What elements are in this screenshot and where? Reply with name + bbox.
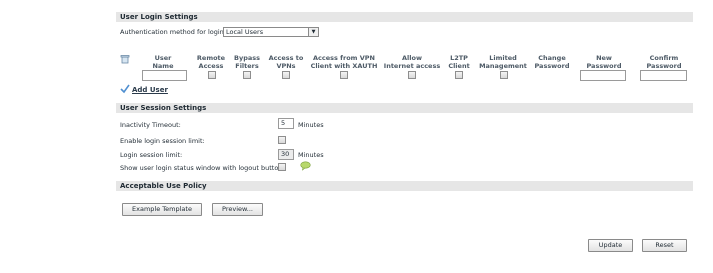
enable-session-limit-checkbox[interactable] [278, 136, 286, 144]
confirm-password-input[interactable] [640, 70, 687, 81]
section-header-aup: Acceptable Use Policy [116, 181, 693, 191]
session-limit-unit: Minutes [298, 151, 324, 159]
reset-button[interactable]: Reset [642, 239, 687, 252]
col-allow-internet: Allow Internet access [383, 54, 441, 70]
update-button[interactable]: Update [588, 239, 633, 252]
settings-panel: User Login Settings Authentication metho… [116, 0, 693, 273]
inactivity-timeout-unit: Minutes [298, 121, 324, 129]
preview-button[interactable]: Preview... [212, 203, 263, 216]
col-user-name: User Name [152, 54, 174, 70]
col-new-password: New Password [586, 54, 622, 70]
remote-access-checkbox[interactable] [208, 71, 216, 79]
col-remote-access: Remote Access [196, 54, 226, 70]
trash-icon[interactable] [120, 54, 130, 66]
section-header-login: User Login Settings [116, 12, 693, 22]
auth-method-select[interactable]: Local Users ▼ [223, 27, 319, 37]
col-access-from-vpn: Access from VPN Client with XAUTH [310, 54, 378, 70]
section-header-session: User Session Settings [116, 103, 693, 113]
col-limited-management: Limited Management [479, 54, 527, 70]
add-user-link[interactable]: Add User [132, 86, 168, 94]
l2tp-client-checkbox[interactable] [455, 71, 463, 79]
col-l2tp-client: L2TP Client [448, 54, 470, 70]
auth-method-label: Authentication method for login: [120, 28, 226, 36]
col-access-to-vpns: Access to VPNs [268, 54, 304, 70]
access-to-vpns-checkbox[interactable] [282, 71, 290, 79]
user-name-input[interactable] [142, 70, 187, 81]
chevron-down-icon: ▼ [308, 28, 318, 36]
limited-management-checkbox[interactable] [500, 71, 508, 79]
col-bypass-filters: Bypass Filters [234, 54, 260, 70]
new-password-input[interactable] [580, 70, 626, 81]
show-status-window-label: Show user login status window with logou… [120, 164, 285, 172]
example-template-button[interactable]: Example Template [122, 203, 202, 216]
checkmark-icon [120, 84, 130, 96]
bypass-filters-checkbox[interactable] [243, 71, 251, 79]
allow-internet-checkbox[interactable] [408, 71, 416, 79]
enable-session-limit-label: Enable login session limit: [120, 137, 205, 145]
inactivity-timeout-input[interactable]: 5 [278, 118, 294, 129]
show-status-window-checkbox[interactable] [278, 163, 286, 171]
access-from-vpn-checkbox[interactable] [340, 71, 348, 79]
session-limit-input[interactable]: 30 [278, 149, 294, 160]
comment-icon[interactable] [300, 161, 311, 173]
auth-method-value: Local Users [226, 28, 264, 36]
col-confirm-password: Confirm Password [646, 54, 682, 70]
inactivity-timeout-label: Inactivity Timeout: [120, 121, 181, 129]
session-limit-label: Login session limit: [120, 151, 183, 159]
col-change-password: Change Password [534, 54, 570, 70]
